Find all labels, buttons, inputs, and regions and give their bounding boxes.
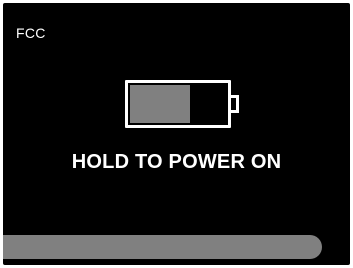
hold-to-power-on-prompt: HOLD TO POWER ON [71, 151, 282, 173]
hold-progress-bar [3, 235, 322, 259]
device-screen[interactable]: FCC HOLD TO POWER ON [3, 3, 350, 265]
battery-icon [125, 80, 231, 128]
battery-terminal [231, 95, 239, 113]
battery-charge-level [130, 85, 190, 123]
fcc-label: FCC [16, 25, 46, 41]
hold-progress-track [3, 235, 322, 259]
